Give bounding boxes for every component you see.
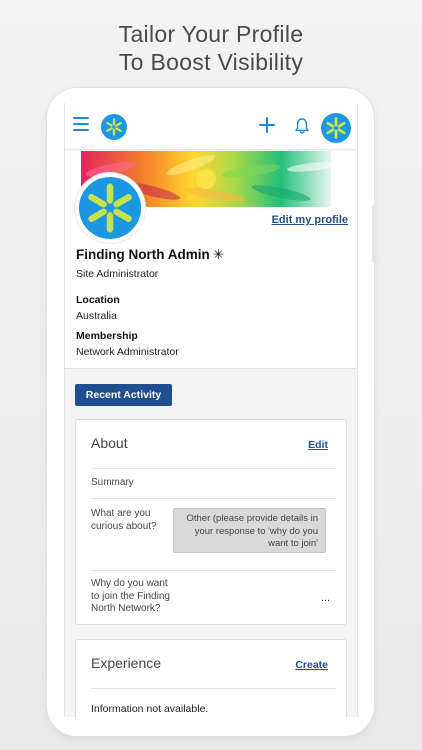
curious-value: Other (please provide details in your re… <box>173 508 326 553</box>
profile-avatar[interactable] <box>75 173 145 243</box>
bell-icon[interactable] <box>294 117 310 135</box>
location-value: Australia <box>76 310 117 322</box>
divider <box>91 688 336 689</box>
hamburger-menu-icon[interactable] <box>73 117 89 131</box>
edit-profile-link[interactable]: Edit my profile <box>272 214 348 226</box>
promo-headline: Tailor Your Profile To Boost Visibility <box>0 20 422 76</box>
join-reason-label: Why do you want to join the Finding Nort… <box>91 578 170 614</box>
profile-card: Edit my profile Finding North Admin ✳ Sit… <box>65 151 357 369</box>
divider <box>91 468 336 469</box>
join-reason-value: ... <box>320 592 330 604</box>
promo-line-1: Tailor Your Profile <box>118 21 304 47</box>
summary-label: Summary <box>91 477 134 488</box>
about-card: About Edit Summary What are you curious … <box>75 419 347 625</box>
plus-icon[interactable] <box>258 116 276 134</box>
about-edit-link[interactable]: Edit <box>308 439 328 451</box>
profile-role: Site Administrator <box>76 268 159 280</box>
spark-logo-icon[interactable] <box>101 114 127 140</box>
about-title: About <box>91 435 128 451</box>
experience-card: Experience Create Information not availa… <box>75 639 347 717</box>
profile-name: Finding North Admin <box>76 247 210 262</box>
curious-label: What are you curious about? <box>91 508 157 532</box>
spark-logo-icon <box>88 183 132 233</box>
device-side-button <box>372 205 376 263</box>
promo-line-2: To Boost Visibility <box>118 49 304 75</box>
membership-value: Network Administrator <box>76 346 179 358</box>
experience-create-link[interactable]: Create <box>295 659 328 671</box>
top-bar <box>65 103 357 150</box>
membership-label: Membership <box>76 330 138 342</box>
name-badge-icon: ✳ <box>212 247 225 262</box>
location-label: Location <box>76 294 120 306</box>
recent-activity-button[interactable]: Recent Activity <box>75 384 172 406</box>
profile-name-row: Finding North Admin ✳ <box>76 247 224 263</box>
divider <box>91 570 336 571</box>
experience-title: Experience <box>91 655 162 671</box>
experience-empty-text: Information not available. <box>91 703 209 715</box>
divider <box>91 498 336 499</box>
spark-avatar-icon[interactable] <box>321 113 351 143</box>
app-screen: Edit my profile Finding North Admin ✳ Sit… <box>64 103 358 717</box>
